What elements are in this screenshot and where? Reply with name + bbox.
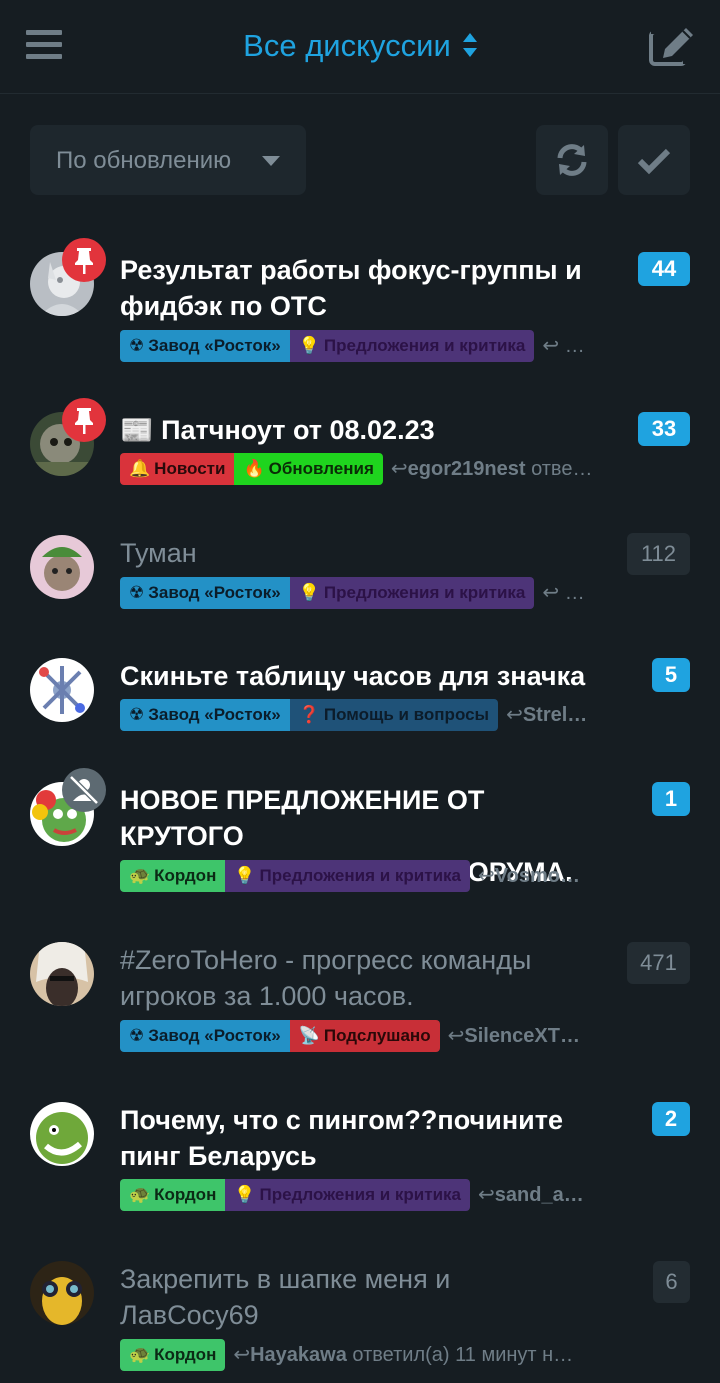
- avatar[interactable]: [30, 1261, 94, 1325]
- reply-icon: ↩: [542, 335, 560, 357]
- discussions-filter-dropdown[interactable]: Все дискуссии: [0, 28, 720, 64]
- avatar[interactable]: [30, 942, 94, 1006]
- discussion-meta: 🐢 Кордон 💡 Предложения и критика ↩Vosmo…: [120, 860, 620, 892]
- tag-zavod-rostok[interactable]: ☢ Завод «Росток»: [120, 330, 290, 362]
- discussion-meta: ☢ Завод «Росток» 💡 Предложения и критика ↩ …: [120, 577, 620, 609]
- reply-icon: ↩: [478, 865, 495, 887]
- last-reply-info[interactable]: ↩egor219nest отве…: [391, 453, 593, 485]
- reply-icon: ↩: [542, 582, 560, 604]
- tag-predlozheniya[interactable]: 💡 Предложения и критика: [225, 1179, 471, 1211]
- discussion-title[interactable]: Скиньте таблицу часов для значка: [120, 658, 610, 694]
- reply-icon: ↩: [447, 1025, 465, 1047]
- discussion-title[interactable]: #ZeroToHero - прогресс команды игроков за…: [120, 942, 610, 1014]
- tag-zavod-rostok[interactable]: ☢ Завод «Росток»: [120, 577, 290, 609]
- tag-kordon[interactable]: 🐢 Кордон: [120, 1179, 226, 1211]
- discussion-title[interactable]: Закрепить в шапке меня и ЛавСосу69: [120, 1261, 610, 1333]
- discussion-meta: 🐢 Кордон 💡 Предложения и критика ↩sand_a…: [120, 1179, 620, 1211]
- reply-count: 1: [652, 782, 690, 816]
- avatar[interactable]: [30, 535, 94, 599]
- reply-icon: ↩: [390, 458, 408, 480]
- tag-predlozheniya[interactable]: 💡 Предложения и критика: [289, 577, 535, 609]
- radiation-icon: ☢: [129, 583, 145, 602]
- avatar[interactable]: [30, 658, 94, 722]
- pin-icon: [62, 238, 106, 282]
- app-header: Все дискуссии: [0, 0, 720, 94]
- tag-zavod-rostok[interactable]: ☢ Завод «Росток»: [120, 1020, 290, 1052]
- reply-count: 6: [653, 1261, 690, 1303]
- refresh-button[interactable]: [536, 125, 608, 195]
- reply-icon: ↩: [506, 704, 523, 726]
- reply-icon: ↩: [478, 1184, 495, 1206]
- sort-dropdown-label: По обновлению: [56, 147, 232, 174]
- discussion-title[interactable]: Результат работы фокус-группы и фидбэк по…: [120, 252, 610, 324]
- tag-pomosh[interactable]: ❓ Помощь и вопросы: [289, 699, 499, 731]
- page-title: Все дискуссии: [243, 28, 451, 63]
- tag-obnovleniya[interactable]: 🔥 Обновления: [234, 453, 383, 485]
- reply-count: 5: [652, 658, 690, 692]
- reply-count: 471: [627, 942, 690, 984]
- tag-kordon[interactable]: 🐢 Кордон: [120, 1339, 226, 1371]
- discussion-meta: ☢ Завод «Росток» 📡 Подслушано ↩SilenceXT…: [120, 1020, 620, 1052]
- last-reply-info[interactable]: ↩Strel…: [506, 699, 587, 731]
- pin-icon: [62, 398, 106, 442]
- turtle-icon: 🐢: [129, 1345, 151, 1364]
- compose-icon[interactable]: [648, 24, 696, 68]
- avatar[interactable]: [30, 1102, 94, 1166]
- discussion-title[interactable]: 📰 Патчноут от 08.02.23: [120, 412, 610, 448]
- sort-caret-icon: [462, 32, 477, 57]
- lightbulb-icon: 💡: [298, 583, 320, 602]
- discussion-title[interactable]: Почему, что с пингом??почините пинг Белар…: [120, 1102, 610, 1174]
- last-reply-info[interactable]: ↩ …: [542, 577, 584, 609]
- discussion-meta: 🔔 Новости 🔥 Обновления ↩egor219nest отве…: [120, 453, 620, 485]
- sort-dropdown[interactable]: По обновлению: [30, 125, 306, 195]
- lightbulb-icon: 💡: [234, 866, 256, 885]
- last-reply-info[interactable]: ↩SilenceXT…: [448, 1020, 580, 1052]
- tag-novosti[interactable]: 🔔 Новости: [120, 453, 235, 485]
- refresh-icon: [557, 144, 587, 176]
- turtle-icon: 🐢: [129, 1185, 151, 1204]
- reply-count: 2: [652, 1102, 690, 1136]
- last-reply-info[interactable]: ↩ …: [542, 330, 584, 362]
- tag-kordon[interactable]: 🐢 Кордон: [120, 860, 226, 892]
- radiation-icon: ☢: [129, 336, 145, 355]
- fire-icon: 🔥: [243, 459, 265, 478]
- broadcast-icon: 📡: [298, 1026, 320, 1045]
- user-unavailable-icon: [62, 768, 106, 812]
- mark-all-read-button[interactable]: [618, 125, 690, 195]
- bell-icon: 🔔: [129, 459, 151, 478]
- lightbulb-icon: 💡: [234, 1185, 256, 1204]
- radiation-icon: ☢: [129, 1026, 145, 1045]
- lightbulb-icon: 💡: [298, 336, 320, 355]
- discussion-meta: ☢ Завод «Росток» 💡 Предложения и критика ↩ …: [120, 330, 620, 362]
- last-reply-info[interactable]: ↩sand_a…: [478, 1179, 584, 1211]
- discussion-meta: ☢ Завод «Росток» ❓ Помощь и вопросы ↩Strel…: [120, 699, 620, 731]
- last-reply-info[interactable]: ↩Vosmo…: [478, 860, 580, 892]
- discussion-meta: 🐢 Кордон ↩Hayakawa ответил(а) 11 минут н…: [120, 1339, 620, 1371]
- tag-zavod-rostok[interactable]: ☢ Завод «Росток»: [120, 699, 290, 731]
- tag-predlozheniya[interactable]: 💡 Предложения и критика: [289, 330, 535, 362]
- radiation-icon: ☢: [129, 705, 145, 724]
- reply-count: 33: [638, 412, 690, 446]
- checkmark-icon: [637, 148, 671, 175]
- question-icon: ❓: [298, 705, 320, 724]
- discussion-title[interactable]: Туман: [120, 535, 610, 571]
- reply-count: 112: [627, 533, 690, 575]
- reply-icon: ↩: [233, 1344, 251, 1366]
- turtle-icon: 🐢: [129, 866, 151, 885]
- tag-predlozheniya[interactable]: 💡 Предложения и критика: [225, 860, 471, 892]
- reply-count: 44: [638, 252, 690, 286]
- tag-podslushano[interactable]: 📡 Подслушано: [289, 1020, 440, 1052]
- chevron-down-icon: [262, 156, 280, 166]
- last-reply-info[interactable]: ↩Hayakawa ответил(а) 11 минут н…: [233, 1339, 573, 1371]
